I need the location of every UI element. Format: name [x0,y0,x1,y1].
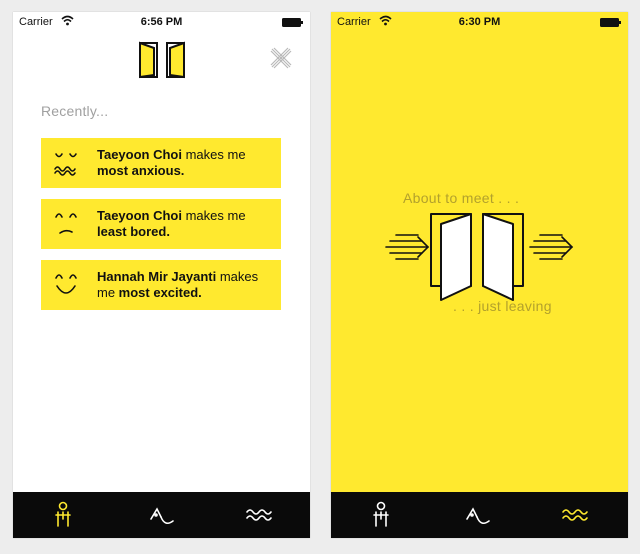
recent-heading: Recently... [41,103,109,119]
anxious-face-icon [54,153,77,176]
card-connector: makes me [181,208,246,223]
status-bar: Carrier 6:30 PM [331,12,628,32]
squiggle-icon[interactable] [561,501,591,529]
tab-bar [331,492,628,538]
wave-face-icon[interactable] [463,501,493,529]
squiggle-icon[interactable] [245,501,275,529]
feeling-text: most excited. [118,285,202,300]
recent-card[interactable]: Taeyoon Choi makes me least bored. [41,199,281,249]
excited-face-icon [55,274,77,294]
close-icon[interactable] [269,46,293,70]
arrow-right-icon [385,234,430,260]
card-text: Taeyoon Choi makes me least bored. [97,208,277,240]
person-name: Hannah Mir Jayanti [97,269,217,284]
feeling-text: most anxious. [97,163,185,178]
tab-bar [13,492,310,538]
just-leaving-label: . . . just leaving [453,298,552,314]
meeting-screen: Carrier 6:30 PM About to meet . . . . . … [331,12,628,538]
doors-icon[interactable] [429,210,525,302]
arrow-right-icon [529,234,574,260]
clock: 6:30 PM [458,16,501,28]
person-icon[interactable] [366,501,396,529]
card-connector: makes me [181,147,246,162]
card-text: Hannah Mir Jayanti makes me most excited… [97,269,277,301]
battery-icon [282,18,303,27]
clock: 6:56 PM [140,16,183,28]
person-name: Taeyoon Choi [97,208,182,223]
person-name: Taeyoon Choi [97,147,182,162]
battery-icon [600,18,621,27]
home-screen: Carrier 6:56 PM Recently... Taeyoon Choi… [13,12,310,538]
recent-card[interactable]: Taeyoon Choi makes me most anxious. [41,138,281,188]
card-text: Taeyoon Choi makes me most anxious. [97,147,277,179]
feeling-text: least bored. [97,224,170,239]
about-to-meet-label: About to meet . . . [403,190,520,206]
person-icon[interactable] [48,501,78,529]
recent-card[interactable]: Hannah Mir Jayanti makes me most excited… [41,260,281,310]
doors-logo-icon [139,41,185,79]
bored-face-icon [55,213,77,234]
status-bar: Carrier 6:56 PM [13,12,310,32]
wave-face-icon[interactable] [147,501,177,529]
